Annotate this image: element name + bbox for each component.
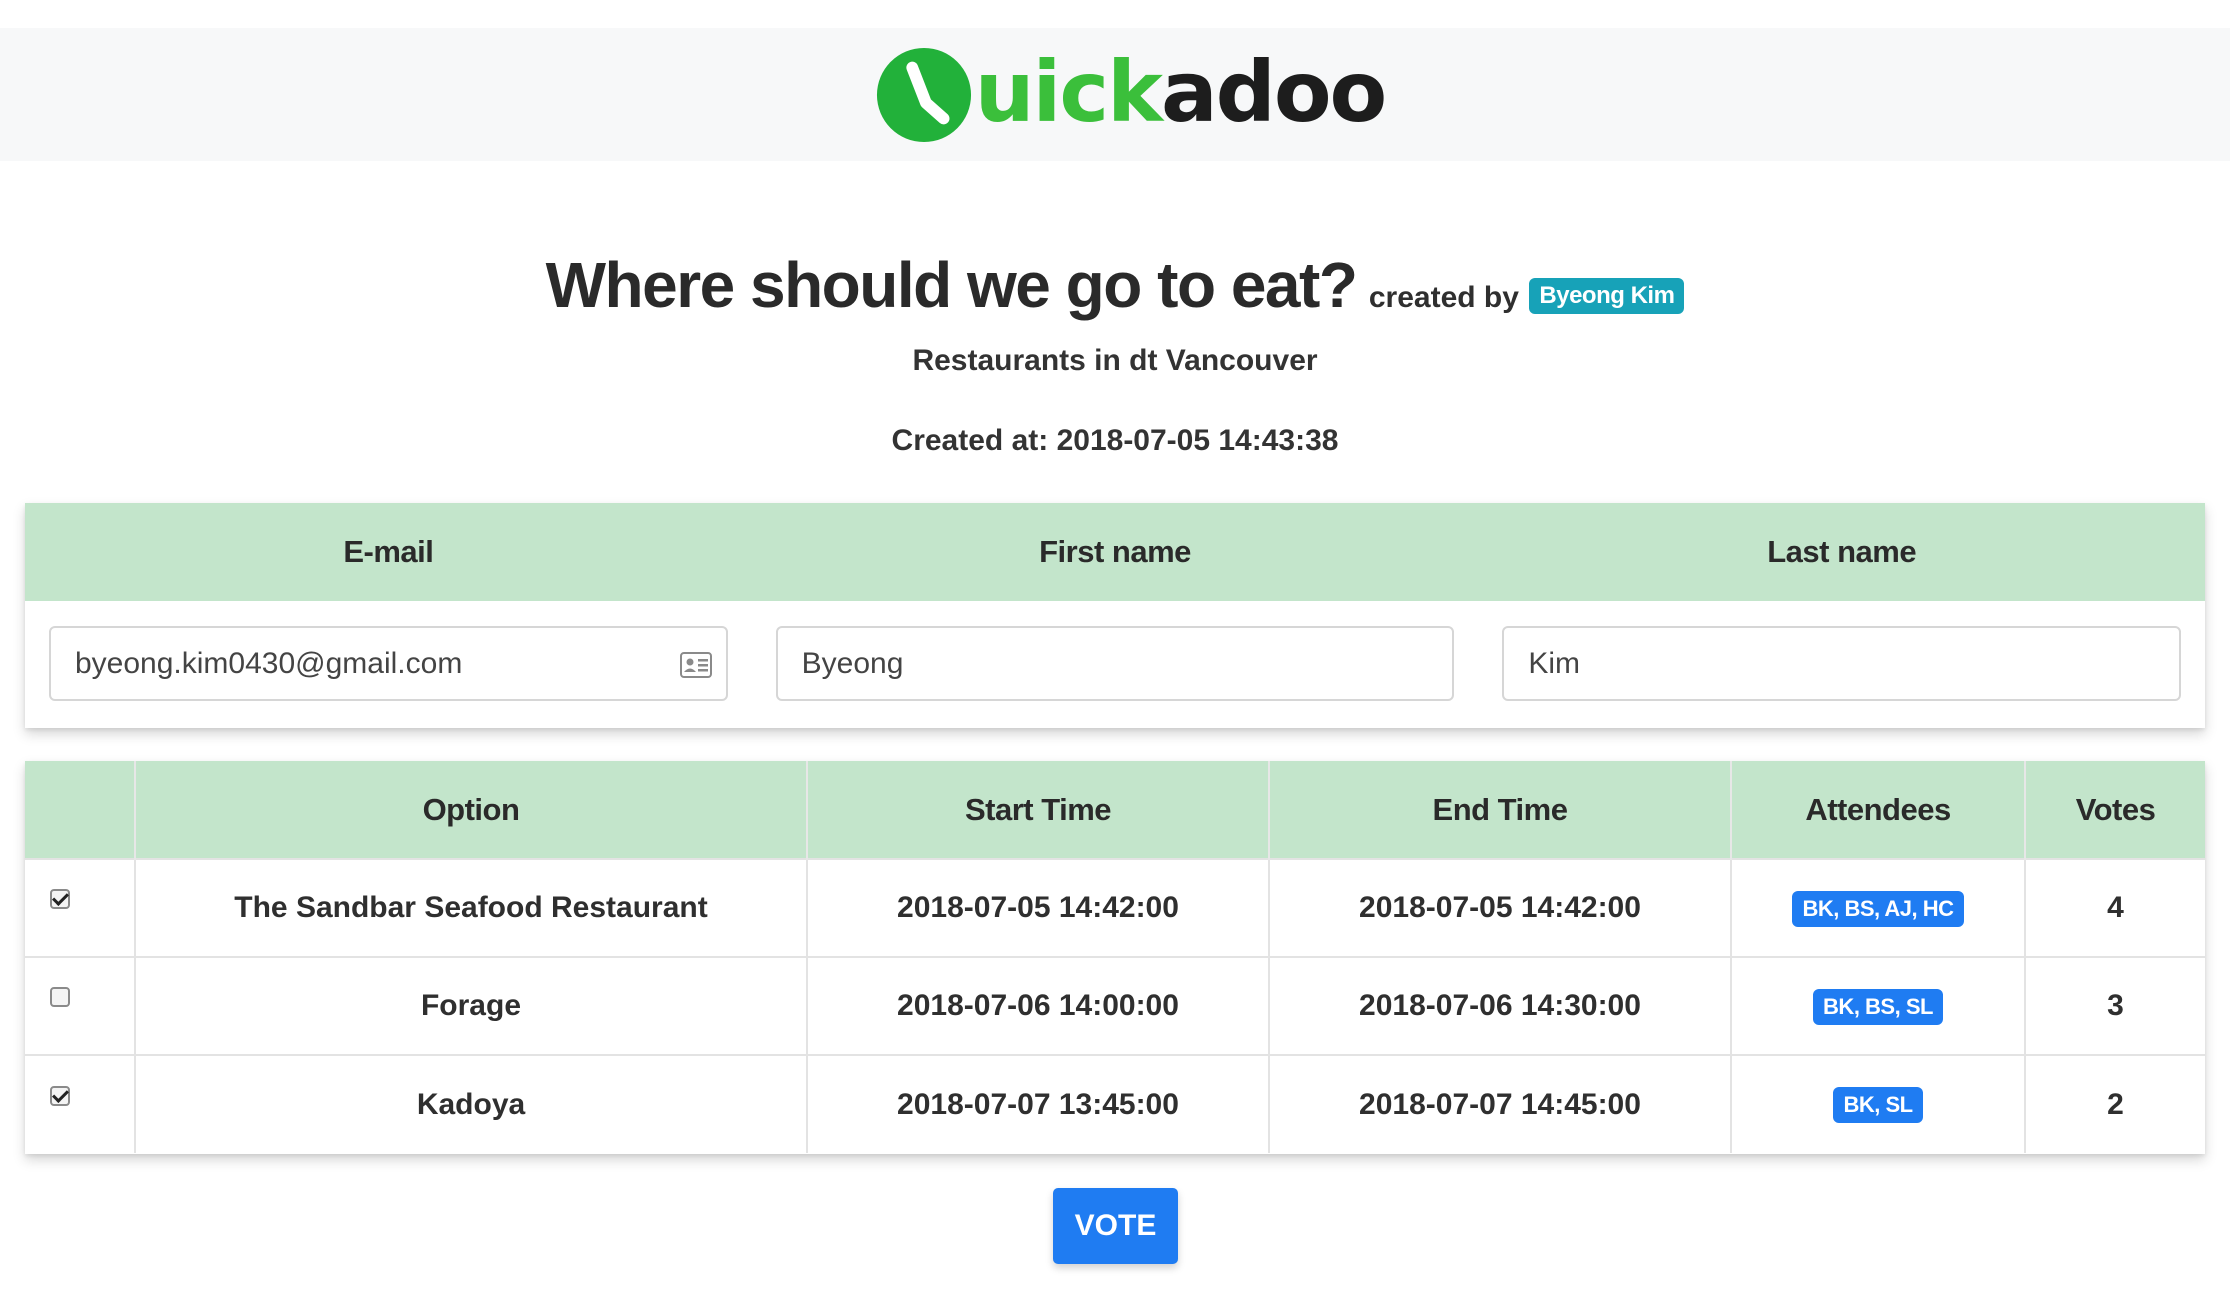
options-header-row: Option Start Time End Time Attendees Vot… xyxy=(25,761,2205,859)
user-info-card: E-mail First name Last name xyxy=(25,503,2205,728)
option-name: Forage xyxy=(135,956,808,1055)
logo-wordmark: uickadoo xyxy=(975,50,1387,134)
table-row: The Sandbar Seafood Restaurant 2018-07-0… xyxy=(25,858,2205,957)
logo-text-dark: adoo xyxy=(1161,42,1387,141)
end-time: 2018-07-07 14:45:00 xyxy=(1269,1054,1732,1153)
email-field-wrapper xyxy=(49,626,728,701)
last-name-header: Last name xyxy=(1767,534,1917,569)
table-row: Kadoya 2018-07-07 13:45:00 2018-07-07 14… xyxy=(25,1054,2205,1153)
start-time: 2018-07-07 13:45:00 xyxy=(807,1054,1270,1153)
votes-count: 4 xyxy=(2025,858,2205,957)
votes-count: 2 xyxy=(2025,1054,2205,1153)
vote-button[interactable]: VOTE xyxy=(1053,1188,1178,1264)
attendees-badge: BK, BS, SL xyxy=(1813,988,1943,1025)
first-name-header: First name xyxy=(1039,534,1191,569)
site-header: uickadoo xyxy=(0,28,2230,161)
options-table: Option Start Time End Time Attendees Vot… xyxy=(25,761,2205,1153)
votes-header: Votes xyxy=(2025,761,2205,859)
options-card: Option Start Time End Time Attendees Vot… xyxy=(25,761,2205,1154)
email-header: E-mail xyxy=(343,534,434,569)
clock-icon xyxy=(876,47,971,142)
option-checkbox[interactable] xyxy=(50,1085,70,1106)
first-name-field[interactable] xyxy=(777,628,1453,699)
option-checkbox[interactable] xyxy=(50,987,70,1008)
end-time-header: End Time xyxy=(1269,761,1732,859)
first-name-field-wrapper xyxy=(775,626,1455,701)
last-name-field-wrapper xyxy=(1502,626,2182,701)
attendees-cell: BK, BS, AJ, HC xyxy=(1731,858,2026,957)
last-name-field[interactable] xyxy=(1504,628,2180,699)
email-field[interactable] xyxy=(51,628,726,699)
user-info-header: E-mail First name Last name xyxy=(25,503,2205,601)
end-time: 2018-07-05 14:42:00 xyxy=(1269,858,1732,957)
table-row: Forage 2018-07-06 14:00:00 2018-07-06 14… xyxy=(25,956,2205,1055)
created-by-label: created by xyxy=(1368,281,1519,314)
select-cell xyxy=(25,956,136,1055)
option-header: Option xyxy=(135,761,808,859)
poll-created-at: Created at: 2018-07-05 14:43:38 xyxy=(891,424,1339,457)
votes-count: 3 xyxy=(2025,956,2205,1055)
contact-card-icon[interactable] xyxy=(679,652,712,678)
option-name: Kadoya xyxy=(135,1054,808,1153)
attendees-badge: BK, SL xyxy=(1833,1087,1923,1123)
user-info-inputs xyxy=(25,601,2205,701)
end-time: 2018-07-06 14:30:00 xyxy=(1269,956,1732,1055)
select-cell xyxy=(25,858,136,957)
poll-title: Where should we go to eat? xyxy=(545,249,1358,321)
author-badge: Byeong Kim xyxy=(1529,278,1685,314)
logo-text-green: uick xyxy=(974,42,1163,141)
poll-description: Restaurants in dt Vancouver xyxy=(912,344,1318,377)
start-time-header: Start Time xyxy=(807,761,1270,859)
option-name: The Sandbar Seafood Restaurant xyxy=(135,858,808,957)
attendees-badge: BK, BS, AJ, HC xyxy=(1792,890,1964,927)
option-checkbox[interactable] xyxy=(50,889,70,910)
start-time: 2018-07-05 14:42:00 xyxy=(807,858,1270,957)
attendees-cell: BK, BS, SL xyxy=(1731,956,2026,1055)
attendees-cell: BK, SL xyxy=(1731,1054,2026,1153)
select-header xyxy=(25,761,136,859)
start-time: 2018-07-06 14:00:00 xyxy=(807,956,1270,1055)
select-cell xyxy=(25,1054,136,1153)
poll-title-row: Where should we go to eat? created by By… xyxy=(0,248,2230,322)
attendees-header: Attendees xyxy=(1731,761,2026,859)
quickadoo-logo[interactable]: uickadoo xyxy=(875,46,1387,144)
